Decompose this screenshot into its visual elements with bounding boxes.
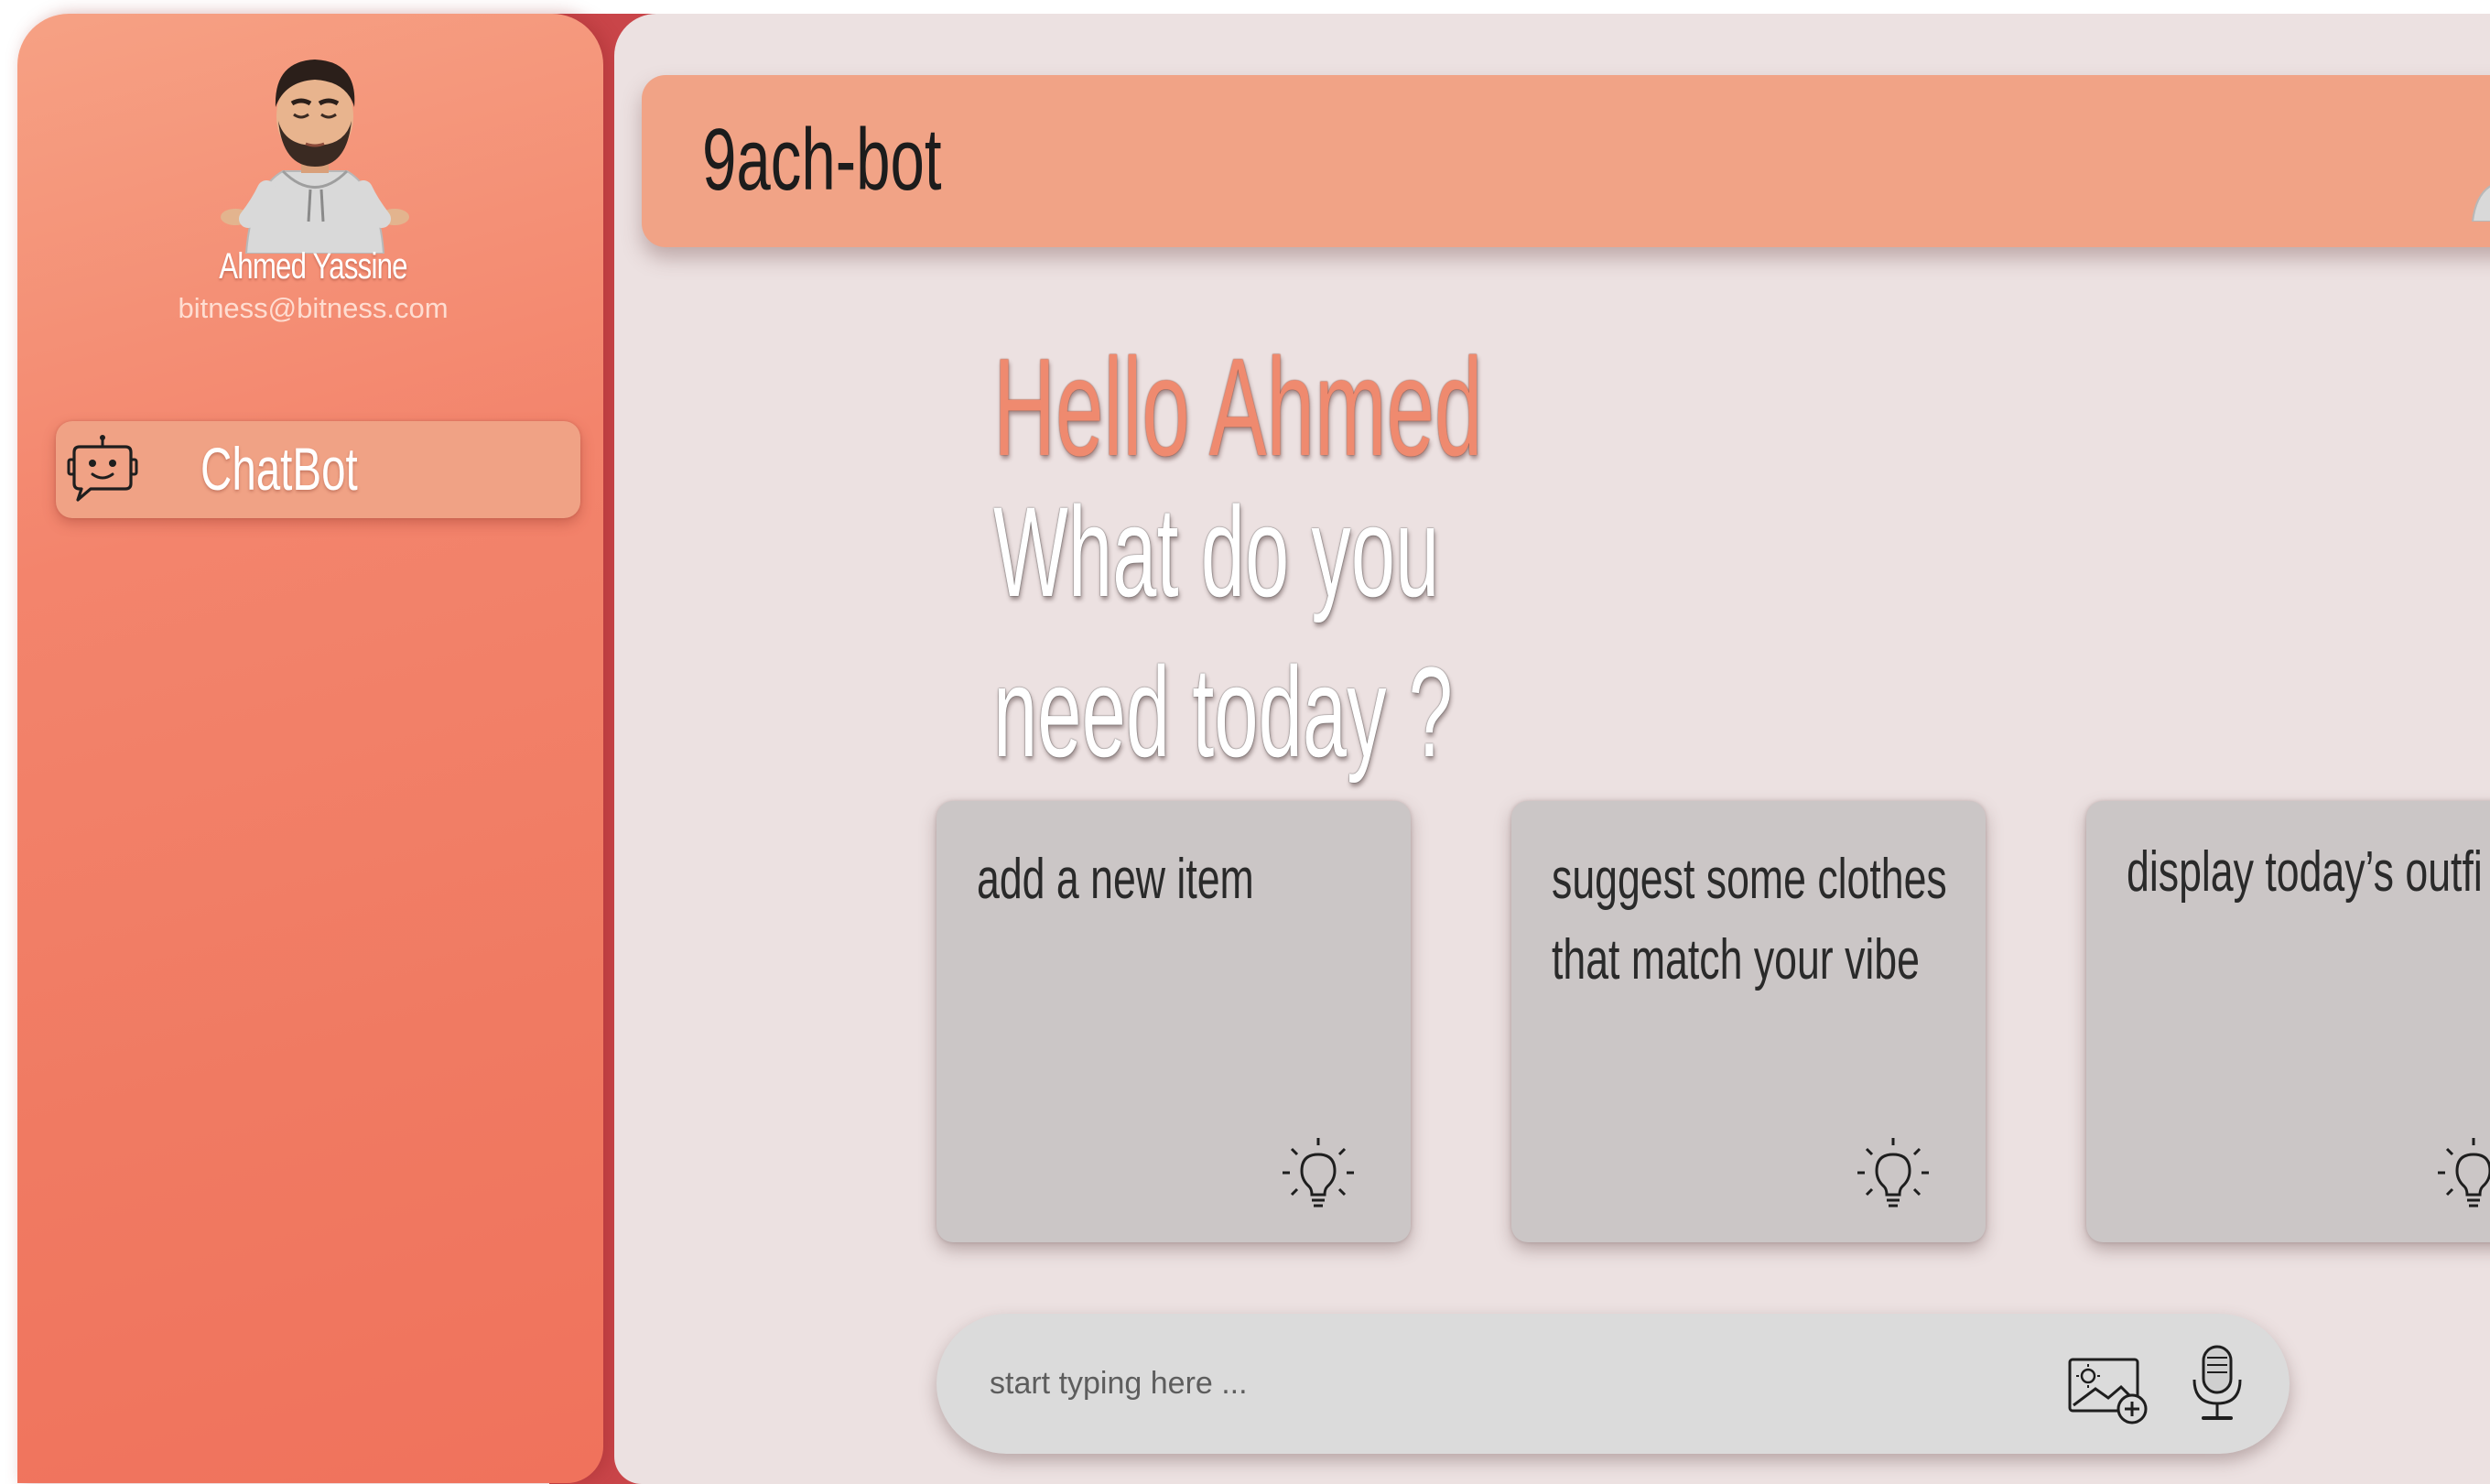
- greeting-subtitle: What do you need today ?: [993, 480, 1453, 784]
- sidebar: Ahmed Yassine bitness@bitness.com ChatBo…: [17, 14, 603, 1483]
- lightbulb-icon: [2438, 1138, 2490, 1208]
- chatbot-icon: [67, 435, 138, 502]
- greeting-title: Hello Ahmed: [993, 330, 1483, 485]
- app-header: 9ach-bot: [642, 75, 2490, 247]
- user-name: Ahmed Yassine: [219, 246, 407, 287]
- suggestion-text: display today’s outfi: [2127, 840, 2483, 904]
- suggestion-card-add-item[interactable]: add a new item: [936, 801, 1411, 1242]
- sidebar-item-label: ChatBot: [200, 435, 358, 503]
- user-email: bitness@bitness.com: [178, 292, 449, 324]
- chat-input-bar: [936, 1314, 2290, 1454]
- user-avatar: [221, 60, 409, 254]
- lightbulb-icon: [1283, 1138, 1354, 1208]
- suggestion-card-display-outfit[interactable]: display today’s outfi: [2086, 801, 2490, 1242]
- main-panel: 9ach-bot Hello Ahmed What do you need to…: [614, 14, 2490, 1484]
- app-window: Ahmed Yassine bitness@bitness.com ChatBo…: [0, 0, 2490, 1484]
- suggestion-text: suggest some clothes that match your vib…: [1552, 848, 1947, 991]
- suggestion-card-suggest-clothes[interactable]: suggest some clothes that match your vib…: [1511, 801, 1986, 1242]
- lightbulb-icon: [1857, 1138, 1929, 1208]
- header-avatar[interactable]: [2463, 112, 2490, 222]
- sidebar-item-chatbot[interactable]: ChatBot: [56, 421, 580, 518]
- chat-input[interactable]: [988, 1350, 2044, 1416]
- app-title: 9ach-bot: [702, 111, 942, 209]
- add-image-icon[interactable]: [2064, 1352, 2152, 1427]
- suggestion-text: add a new item: [977, 848, 1254, 911]
- microphone-icon[interactable]: [2185, 1343, 2249, 1427]
